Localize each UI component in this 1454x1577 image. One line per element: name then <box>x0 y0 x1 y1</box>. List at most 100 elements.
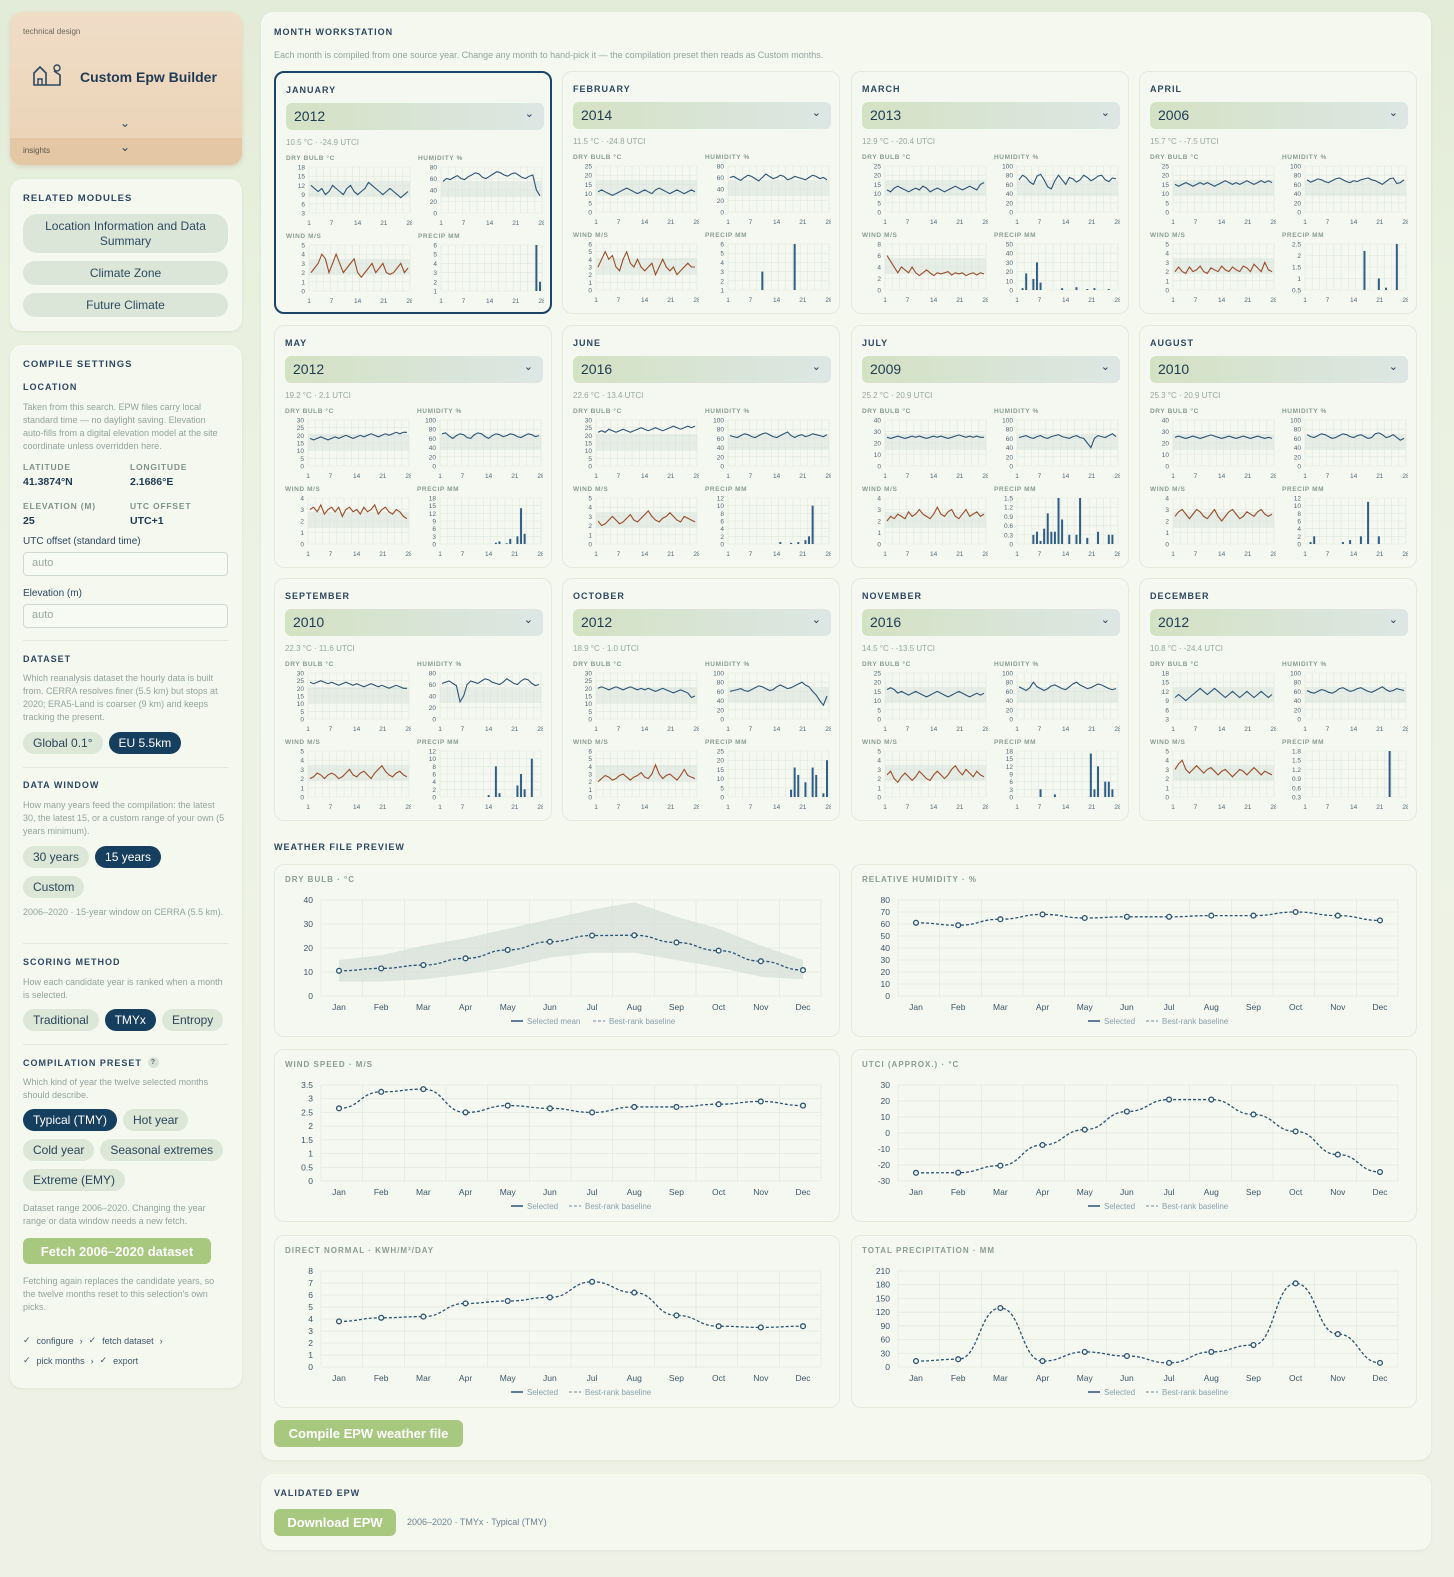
y-tick-label: 20 <box>585 686 593 693</box>
x-tick-label: 28 <box>406 298 412 305</box>
precip-bar <box>1079 498 1082 544</box>
x-tick-label: 7 <box>329 726 333 733</box>
month-year-select[interactable]: 2016 ⌄ <box>573 356 831 383</box>
y-tick-label: 0.3 <box>1004 532 1013 539</box>
module-future-climate[interactable]: Future Climate <box>23 293 228 317</box>
compile-epw-button[interactable]: Compile EPW weather file <box>274 1420 463 1447</box>
month-card-july[interactable]: JULY 2009 ⌄ 25.2 °C · 20.9 UTCI DRY BULB °C 4… <box>851 325 1129 568</box>
window-option-15[interactable]: 15 years <box>95 846 162 868</box>
y-tick-label: 30 <box>881 1348 891 1358</box>
elevation-input[interactable]: auto <box>23 604 228 628</box>
month-card-august[interactable]: AUGUST 2010 ⌄ 25.3 °C · 20.9 UTCI DRY BULB °… <box>1139 325 1417 568</box>
precip-mini-chart: PRECIP MM 12 10 8 6 4 2 0 1 7 14 21 28 <box>417 739 543 815</box>
wind-mini-chart-svg: 432101 7 14 21 28 <box>300 496 411 559</box>
x-tick-label: 7 <box>461 726 465 733</box>
month-card-november[interactable]: NOVEMBER 2016 ⌄ 14.5 °C · -13.5 UTCI DRY BUL… <box>851 578 1129 821</box>
data-point <box>420 961 427 969</box>
help-icon[interactable]: ? <box>147 1057 159 1068</box>
y-tick-label: 40 <box>717 445 725 452</box>
legend-selected-label: Selected <box>1104 1388 1135 1397</box>
month-card-february[interactable]: FEBRUARY 2014 ⌄ 11.5 °C · -24.8 UTCI DRY BUL… <box>562 71 840 314</box>
month-card-may[interactable]: MAY 2012 ⌄ 19.2 °C · 2.1 UTCI DRY BULB °C 30 2… <box>274 325 552 568</box>
humidity-mini-chart-svg: 100 80 60 40 20 01 7 14 21 28 <box>1290 418 1408 481</box>
month-year-select[interactable]: 2013 ⌄ <box>862 102 1120 129</box>
y-tick-label: 80 <box>717 164 725 171</box>
precip-bar <box>826 760 828 797</box>
preset-options-row-1: Typical (TMY) Hot year <box>23 1109 189 1131</box>
month-year-select[interactable]: 2009 ⌄ <box>862 356 1120 383</box>
month-year-select[interactable]: 2014 ⌄ <box>573 102 831 129</box>
month-year-select[interactable]: 2012 ⌄ <box>1150 609 1408 636</box>
dataset-option-eu[interactable]: EU 5.5km <box>108 732 182 754</box>
x-tick-label: 21 <box>667 297 675 304</box>
y-tick-label: 20 <box>430 199 438 206</box>
data-point <box>504 1297 511 1305</box>
precip-bar <box>505 543 508 544</box>
y-tick-label: -30 <box>878 1176 891 1186</box>
month-stat: 18.9 °C · 1.0 UTCI <box>573 644 639 653</box>
dry-preview-svg: 40 30 20 10 0 Jan Feb Mar Apr May Jun Jul Aug Sep Oct N… <box>304 895 822 1026</box>
insights-bar[interactable]: insights ⌄ <box>10 138 242 165</box>
module-climate-zone[interactable]: Climate Zone <box>23 261 228 285</box>
month-card-december[interactable]: DECEMBER 2012 ⌄ 10.8 °C · -24.4 UTCI DRY BUL… <box>1139 578 1417 821</box>
preset-option-extreme[interactable]: Extreme (EMY) <box>23 1169 126 1191</box>
month-year-select[interactable]: 2012 ⌄ <box>285 356 543 383</box>
x-tick-label: 21 <box>956 551 964 558</box>
x-tick-label: 1 <box>883 804 887 811</box>
month-year-select[interactable]: 2012 ⌄ <box>573 609 831 636</box>
month-year-select[interactable]: 2012 ⌄ <box>286 103 544 130</box>
scoring-option-entropy[interactable]: Entropy <box>161 1009 224 1031</box>
y-tick-label: 40 <box>881 943 891 953</box>
x-tick-label: 28 <box>825 726 831 733</box>
x-tick-label: 14 <box>354 220 362 227</box>
precip-mini-chart-svg: 18151296301 7 14 21 28 <box>429 496 543 559</box>
preset-option-typical[interactable]: Typical (TMY) <box>23 1109 118 1131</box>
month-year-select[interactable]: 2010 ⌄ <box>1150 356 1408 383</box>
wind-mini-chart: WIND M/S 5 4 3 2 1 0 1 7 14 21 28 <box>573 486 699 562</box>
window-option-30[interactable]: 30 years <box>23 846 90 868</box>
x-tick-label: Feb <box>951 1373 966 1383</box>
month-card-september[interactable]: SEPTEMBER 2010 ⌄ 22.3 °C · 11.6 UTCI DRY BUL… <box>274 578 552 821</box>
x-tick-label: 1 <box>1171 219 1175 226</box>
window-option-custom[interactable]: Custom <box>23 876 85 898</box>
chevron-down-icon[interactable]: ⌄ <box>120 116 130 130</box>
y-tick-label: 10 <box>881 1112 891 1122</box>
month-year-value: 2016 <box>581 361 613 377</box>
data-point <box>462 1300 469 1307</box>
month-card-march[interactable]: MARCH 2013 ⌄ 12.9 °C · -20.4 UTCI DRY BULB °… <box>851 71 1129 314</box>
preset-option-cold[interactable]: Cold year <box>23 1139 95 1161</box>
x-tick-label: 14 <box>773 297 781 304</box>
chart-legend: Selected Best-rank baseline <box>1088 1202 1229 1211</box>
scoring-option-tmyx[interactable]: TMYx <box>104 1009 156 1031</box>
month-card-january[interactable]: JANUARY 2012 ⌄ 10.5 °C · -24.9 UTCI DRY BULB… <box>274 71 552 314</box>
preset-option-seasonal[interactable]: Seasonal extremes <box>100 1139 224 1161</box>
module-location-info[interactable]: Location Information and Data Summary <box>23 214 228 253</box>
month-year-select[interactable]: 2010 ⌄ <box>285 609 543 636</box>
utc-offset-input[interactable]: auto <box>23 552 228 576</box>
data-window-desc: How many years feed the compilation: the… <box>23 800 225 836</box>
month-year-select[interactable]: 2016 ⌄ <box>862 609 1120 636</box>
x-tick-label: 7 <box>461 473 465 480</box>
y-tick-label: 4 <box>720 526 724 533</box>
y-tick-label: 3 <box>432 534 436 541</box>
download-epw-button[interactable]: Download EPW <box>274 1509 396 1536</box>
fetch-dataset-button[interactable]: Fetch 2006–2020 dataset <box>23 1238 211 1264</box>
wind-mini-chart-svg: 8 6 4 2 01 7 14 21 28 <box>877 242 988 305</box>
month-card-june[interactable]: JUNE 2016 ⌄ 22.6 °C · 13.4 UTCI DRY BULB °C 3… <box>562 325 840 568</box>
y-tick-label: 10 <box>297 448 305 455</box>
y-tick-label: 25 <box>585 425 593 432</box>
dataset-option-global[interactable]: Global 0.1° <box>23 732 103 754</box>
scoring-option-traditional[interactable]: Traditional <box>23 1009 99 1031</box>
y-tick-label: 50 <box>1006 242 1014 249</box>
x-tick-label: 21 <box>1244 804 1252 811</box>
month-card-october[interactable]: OCTOBER 2012 ⌄ 18.9 °C · 1.0 UTCI DRY BULB °… <box>562 578 840 821</box>
y-tick-label: 5 <box>588 200 592 207</box>
preset-option-hot[interactable]: Hot year <box>123 1109 189 1131</box>
month-year-value: 2009 <box>870 361 902 377</box>
month-year-select[interactable]: 2006 ⌄ <box>1150 102 1408 129</box>
month-card-april[interactable]: APRIL 2006 ⌄ 15.7 °C · -7.5 UTCI DRY BULB °C… <box>1139 71 1417 314</box>
y-tick-label: 5 <box>301 243 305 250</box>
x-tick-label: 1 <box>438 804 442 811</box>
precip-bar <box>487 795 490 797</box>
related-modules-heading: RELATED MODULES <box>23 193 133 204</box>
